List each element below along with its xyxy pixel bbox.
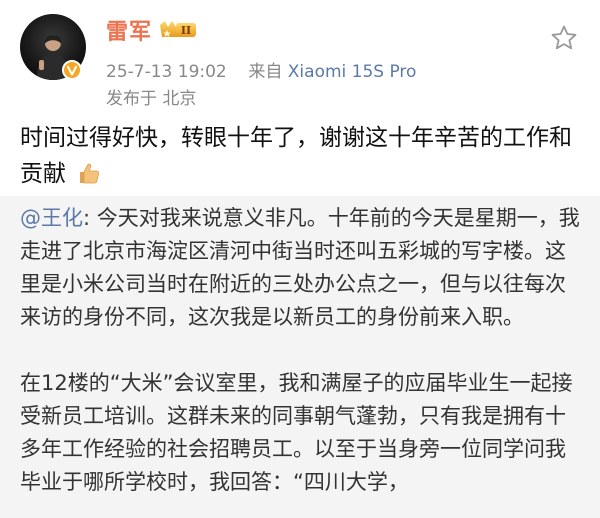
source-prefix: 来自 <box>248 62 283 82</box>
membership-crown-badge[interactable]: II <box>158 19 198 41</box>
post-header: 雷军 II 25-7-13 19:02 来自 Xiaomi 15S Pro 发布… <box>0 0 600 112</box>
name-row: 雷军 II <box>106 14 198 46</box>
verified-badge-icon <box>62 60 82 80</box>
level-badge-text: II <box>181 24 191 37</box>
crown-icon: II <box>160 21 197 37</box>
post-body: 时间过得好快，转眼十年了，谢谢这十年辛苦的工作和贡献 <box>20 120 580 192</box>
post-text: 时间过得好快，转眼十年了，谢谢这十年辛苦的工作和贡献 <box>20 125 572 187</box>
post-location: 发布于 北京 <box>106 89 197 109</box>
quoted-post[interactable]: @王化: 今天对我来说意义非凡。十年前的今天是星期一，我走进了北京市海淀区清河中… <box>0 196 600 518</box>
quote-paragraph-2: 在12楼的“大米”会议室里，我和满屋子的应届毕业生一起接受新员工培训。这群未来的… <box>20 371 573 494</box>
thumbs-up-emoji <box>80 163 100 184</box>
username[interactable]: 雷军 <box>106 14 152 46</box>
mention-link[interactable]: @王化 <box>20 206 83 230</box>
star-outline-icon[interactable] <box>550 24 578 52</box>
quote-paragraph-1: @王化: 今天对我来说意义非凡。十年前的今天是星期一，我走进了北京市海淀区清河中… <box>20 202 582 334</box>
post-meta: 25-7-13 19:02 来自 Xiaomi 15S Pro <box>106 57 416 82</box>
quote-paragraph-1-text: : 今天对我来说意义非凡。十年前的今天是星期一，我走进了北京市海淀区清河中街当时… <box>20 206 580 329</box>
source-device-link[interactable]: Xiaomi 15S Pro <box>288 62 417 82</box>
timestamp[interactable]: 25-7-13 19:02 <box>106 62 227 82</box>
quoted-post-text: @王化: 今天对我来说意义非凡。十年前的今天是星期一，我走进了北京市海淀区清河中… <box>20 202 582 499</box>
